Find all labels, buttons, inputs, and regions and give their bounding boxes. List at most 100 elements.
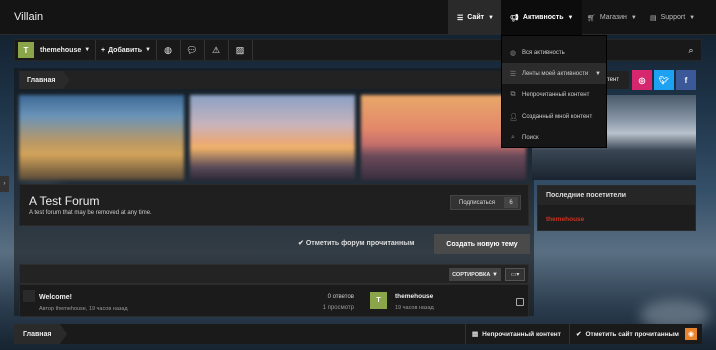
menu-item-label: Ленты моей активности [522, 70, 589, 77]
cart-icon: 🛒︎ [587, 14, 596, 22]
unread-content-label: Непрочитанный контент [482, 330, 561, 338]
menu-item-label: Вся активность [522, 49, 565, 56]
divider [204, 40, 205, 60]
thread-meta: Автор themehouse, 19 часов назад [39, 306, 128, 312]
rss-icon[interactable]: ◉ [685, 328, 697, 340]
twitter-icon[interactable]: 🐦︎ [654, 70, 674, 90]
unread-content-button[interactable]: ▤ Непрочитанный контент [465, 324, 567, 344]
site-logo[interactable]: Villain [14, 11, 43, 23]
image-icon[interactable]: ▨ [230, 40, 250, 60]
filter-button[interactable]: ▭▾ [505, 268, 525, 281]
subscribe-button[interactable]: Подписаться 6 [450, 195, 521, 210]
header-image [190, 95, 355, 180]
chevron-down-icon: ▼ [630, 14, 637, 21]
nav-activity-label: Активность [522, 14, 564, 21]
thread-checkbox[interactable] [516, 298, 524, 306]
forum-title: A Test Forum [29, 194, 100, 208]
sort-label: СОРТИРОВКА [452, 271, 491, 278]
username-label: themehouse [40, 46, 82, 54]
recent-visitors-widget: Последние посетители themehouse [537, 185, 696, 231]
user-plus-icon: 👤︎ [509, 113, 518, 121]
facebook-icon[interactable]: f [676, 70, 696, 90]
globe-icon[interactable]: ◍ [158, 40, 178, 60]
megaphone-icon: 📢︎ [510, 14, 519, 22]
nav-site-label: Сайт [467, 14, 485, 21]
nav-site[interactable]: ☰ Сайт ▼ [448, 0, 503, 35]
mark-site-read-label: Отметить сайт прочитанным [585, 330, 679, 338]
menu-item-my-activity-feeds[interactable]: ☰ Ленты моей активности ▼ [502, 63, 606, 84]
menu-item-label: Созданный мной контент [522, 113, 593, 120]
breadcrumb-home[interactable]: Главная [19, 71, 72, 89]
thread-status-icon [23, 290, 35, 302]
globe-icon: ◍ [509, 49, 517, 57]
nav-shop-label: Магазин [599, 14, 627, 21]
subscribe-count: 6 [504, 197, 518, 208]
add-label: Добавить [108, 46, 142, 54]
chevron-down-icon: ▼ [689, 14, 696, 21]
mark-forum-read-label: Отметить форум прочитанным [305, 240, 415, 247]
list-icon: ☰ [457, 14, 464, 22]
chevron-down-icon: ▼ [567, 14, 574, 21]
instagram-icon[interactable]: ◎ [632, 70, 652, 90]
thread-list-header: СОРТИРОВКА ▼ ▭▾ [19, 264, 529, 284]
check-icon: ✔ [576, 331, 582, 338]
chevron-down-icon: ▼ [145, 47, 151, 53]
visitor-link[interactable]: themehouse [546, 216, 584, 223]
menu-item-my-content[interactable]: 👤︎ Созданный мной контент [502, 106, 606, 127]
divider [228, 40, 229, 60]
chevron-down-icon[interactable]: ▼ [595, 71, 601, 77]
divider [180, 40, 181, 60]
top-navbar: Villain ☰ Сайт ▼ 📢︎ Активность ▼ 🛒︎ Мага… [0, 0, 716, 35]
menu-item-search[interactable]: ⌕ Поиск [502, 127, 606, 148]
add-button[interactable]: + Добавить ▼ [101, 40, 151, 60]
menu-item-all-activity[interactable]: ◍ Вся активность [502, 42, 606, 63]
footer-breadcrumb-home[interactable]: Главная [14, 324, 69, 344]
chat-icon[interactable]: 💬︎ [182, 40, 202, 60]
header-image [19, 95, 184, 180]
search-icon[interactable]: ⌕ [681, 40, 701, 60]
document-icon: ▤ [650, 14, 657, 22]
sort-button[interactable]: СОРТИРОВКА ▼ [449, 268, 501, 281]
username-menu[interactable]: themehouse ▼ [40, 40, 90, 60]
avatar[interactable]: T [18, 42, 34, 58]
warning-icon[interactable]: ⚠ [206, 40, 226, 60]
filter-icon: ▭▾ [510, 272, 520, 278]
thread-views: 1 просмотр [322, 305, 354, 311]
mark-site-read-button[interactable]: ✔ Отметить сайт прочитанным [569, 324, 685, 344]
nav-support-label: Support [660, 14, 686, 21]
thread-title[interactable]: Welcome! [39, 294, 72, 301]
forum-description: A test forum that may be removed at any … [29, 210, 152, 216]
plus-icon: + [101, 46, 106, 54]
subscribe-label: Подписаться [459, 199, 495, 206]
copy-icon: ⧉ [510, 90, 516, 98]
list-icon: ☰ [509, 70, 517, 78]
breadcrumb-tail: тент [607, 71, 629, 89]
nav-shop[interactable]: 🛒︎ Магазин ▼ [578, 0, 646, 35]
table-row[interactable]: Welcome! Автор themehouse, 19 часов наза… [19, 284, 529, 317]
chevron-down-icon: ▼ [490, 271, 498, 278]
forum-header: A Test Forum A test forum that may be re… [19, 184, 529, 226]
chevron-right-icon[interactable]: › [0, 176, 9, 192]
last-poster[interactable]: themehouse [395, 293, 433, 300]
menu-item-label: Поиск [522, 134, 539, 141]
nav-activity[interactable]: 📢︎ Активность ▼ [501, 0, 583, 35]
mark-forum-read-button[interactable]: ✔ Отметить форум прочитанным [298, 239, 414, 247]
check-icon: ✔ [298, 240, 304, 247]
new-topic-button[interactable]: Создать новую тему [434, 234, 530, 254]
avatar[interactable]: T [370, 292, 387, 309]
menu-item-label: Непрочитанный контент [522, 91, 590, 98]
menu-item-unread-content[interactable]: ⧉ Непрочитанный контент [502, 84, 606, 105]
search-icon: ⌕ [511, 133, 515, 141]
divider [156, 40, 157, 60]
divider [252, 40, 253, 60]
last-post-time[interactable]: 19 часов назад [395, 305, 434, 311]
activity-dropdown-menu: ◍ Вся активность ☰ Ленты моей активности… [501, 35, 607, 148]
footer-bar: Главная ▤ Непрочитанный контент ✔ Отмети… [14, 324, 702, 344]
chevron-down-icon: ▼ [488, 14, 494, 21]
nav-support[interactable]: ▤ Support ▼ [641, 0, 704, 35]
widget-title: Последние посетители [538, 186, 695, 205]
copy-icon: ▤ [472, 331, 479, 338]
divider [95, 40, 96, 60]
chevron-down-icon: ▼ [84, 47, 91, 53]
thread-replies: 0 ответов [327, 294, 354, 300]
